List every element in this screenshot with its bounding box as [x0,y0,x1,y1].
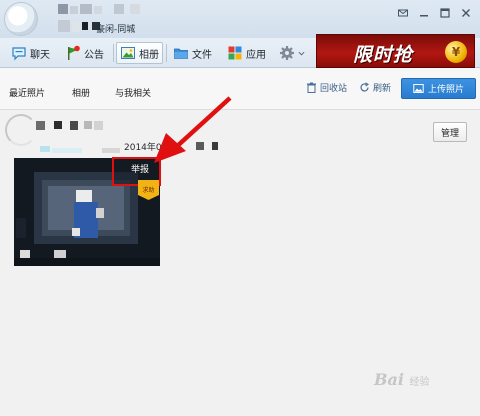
window-controls [395,6,474,20]
tab-announcement[interactable]: 公告 [62,42,107,64]
announcement-flag-icon [68,45,80,60]
chevron-down-icon [298,51,305,56]
folder-icon [174,48,188,59]
tab-related-to-me[interactable]: 与我相关 [115,86,151,99]
report-label: 举报 [131,165,150,175]
title-bar: 豪闲-同城 [0,0,480,38]
apps-grid-icon [228,46,242,60]
group-name: 豪闲-同城 [96,25,136,35]
baidu-watermark: Bai 经验 [374,370,430,389]
promo-banner[interactable]: 限时抢 ¥ [316,34,475,68]
tab-announcement-label: 公告 [84,49,104,61]
tab-album-label: 相册 [139,49,159,61]
red-arrow-annotation [154,96,232,163]
tab-chat-label: 聊天 [30,49,50,61]
tab-files[interactable]: 文件 [170,42,215,64]
refresh-icon [360,82,370,92]
upload-image-icon [413,84,424,93]
minimize-icon[interactable] [416,6,432,20]
mail-icon[interactable] [395,6,411,20]
settings-menu[interactable] [276,42,308,64]
tab-albums[interactable]: 相册 [72,86,90,99]
watermark-brand-tail: 经验 [409,377,430,388]
promo-text: 限时抢 [353,44,414,66]
tab-album[interactable]: 相册 [116,42,163,64]
refresh-label: 刷新 [373,84,392,94]
upload-photos-label: 上传照片 [427,85,464,95]
photo-album-icon [121,47,135,59]
gear-icon [280,46,294,60]
group-avatar[interactable] [4,2,38,36]
tab-recent-photos[interactable]: 最近照片 [9,86,45,99]
maximize-icon[interactable] [437,6,453,20]
tab-files-label: 文件 [192,49,212,61]
tab-chat[interactable]: 聊天 [8,42,53,64]
tab-apps-label: 应用 [246,49,266,61]
recycle-bin-label: 回收站 [320,84,348,94]
refresh-button[interactable]: 刷新 [359,81,391,94]
upload-photos-button[interactable]: 上传照片 [401,78,476,99]
tab-apps[interactable]: 应用 [224,42,269,64]
loading-spinner-icon [5,114,37,146]
close-icon[interactable] [458,6,474,20]
coin-icon: ¥ [445,41,467,63]
trash-icon [307,82,316,93]
chat-bubble-icon [12,47,26,61]
recycle-bin-button[interactable]: 回收站 [306,81,347,94]
album-subnav: 最近照片 相册 与我相关 回收站 刷新 上传照片 [0,68,480,110]
manage-button[interactable]: 管理 [433,122,467,142]
watermark-brand: Bai [374,370,404,389]
